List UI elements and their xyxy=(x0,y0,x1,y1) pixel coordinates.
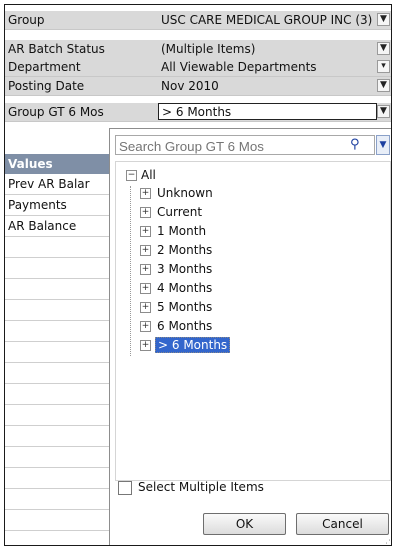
filter-row-group-gt-6-mos: Group GT 6 Mos > 6 Months ▼ xyxy=(5,103,391,122)
filter-row-group: Group USC CARE MEDICAL GROUP INC (3) ▼ xyxy=(5,11,391,30)
tree-item-label: Unknown xyxy=(157,186,213,200)
filter-value: All Viewable Departments xyxy=(161,60,317,74)
collapse-icon[interactable]: − xyxy=(126,170,137,181)
cancel-button[interactable]: Cancel xyxy=(296,513,389,535)
tree-item-label: 5 Months xyxy=(157,300,213,314)
tree-root-all[interactable]: − All xyxy=(126,168,156,182)
tree-item-label: 4 Months xyxy=(157,281,213,295)
empty-row xyxy=(5,489,109,510)
tree-item-3-months[interactable]: +3 Months xyxy=(140,262,214,279)
expand-icon[interactable]: + xyxy=(140,188,151,199)
select-multiple-label: Select Multiple Items xyxy=(138,480,264,494)
tree-item-label: 1 Month xyxy=(157,224,207,238)
expand-icon[interactable]: + xyxy=(140,283,151,294)
tree-item-gt-6-months[interactable]: + > 6 Months xyxy=(140,337,231,355)
ok-button[interactable]: OK xyxy=(203,513,286,535)
empty-row xyxy=(5,510,109,531)
search-input[interactable] xyxy=(115,135,375,155)
expand-icon[interactable]: + xyxy=(140,226,151,237)
expand-icon[interactable]: + xyxy=(140,302,151,313)
filter-dropdown-panel: ⚲ ▼ −All + Unknown + Current +1 Month +2 M… xyxy=(109,128,391,545)
expand-icon[interactable]: + xyxy=(140,340,151,351)
tree-item-6-months[interactable]: +6 Months xyxy=(140,319,214,336)
empty-row xyxy=(5,342,109,363)
value-row: Prev AR Balar xyxy=(5,174,109,195)
search-icon[interactable]: ⚲ xyxy=(350,137,360,152)
tree-item-label: 2 Months xyxy=(157,243,213,257)
values-header: Values xyxy=(5,154,109,174)
tree-item-label: > 6 Months xyxy=(155,337,231,353)
filter-label: Group xyxy=(8,13,45,27)
resize-grip-icon[interactable]: ⋰ xyxy=(382,539,391,545)
filter-value: (Multiple Items) xyxy=(161,42,256,56)
dropdown-arrow-icon[interactable]: ▾ xyxy=(377,60,390,73)
empty-row xyxy=(5,279,109,300)
tree-item-2-months[interactable]: +2 Months xyxy=(140,243,214,260)
filter-value: Nov 2010 xyxy=(161,79,219,93)
tree-item-4-months[interactable]: +4 Months xyxy=(140,281,214,298)
pivot-table: Group USC CARE MEDICAL GROUP INC (3) ▼ A… xyxy=(4,4,392,546)
value-row-label: Prev AR Balar xyxy=(8,177,90,191)
value-row-label: Payments xyxy=(8,198,67,212)
empty-row xyxy=(5,300,109,321)
empty-row xyxy=(5,258,109,279)
funnel-icon[interactable]: ▼ xyxy=(377,42,390,55)
funnel-icon[interactable]: ▼ xyxy=(377,105,390,118)
value-row: Payments xyxy=(5,195,109,216)
empty-row xyxy=(5,363,109,384)
empty-row xyxy=(5,426,109,447)
empty-row xyxy=(5,405,109,426)
filter-label: Posting Date xyxy=(8,79,85,93)
tree-item-current[interactable]: + Current xyxy=(140,205,204,222)
expand-icon[interactable]: + xyxy=(140,207,151,218)
tree-item-5-months[interactable]: +5 Months xyxy=(140,300,214,317)
funnel-icon[interactable]: ▼ xyxy=(377,79,390,92)
expand-icon[interactable]: + xyxy=(140,264,151,275)
value-row-label: AR Balance xyxy=(8,219,77,233)
tree-item-unknown[interactable]: + Unknown xyxy=(140,186,215,203)
filter-value[interactable]: > 6 Months xyxy=(158,103,377,120)
filter-row-ar-batch-status: AR Batch Status (Multiple Items) ▼ xyxy=(5,40,391,59)
value-row: AR Balance xyxy=(5,216,109,237)
tree-item-label: Current xyxy=(157,205,203,219)
tree-item-label: 6 Months xyxy=(157,319,213,333)
search-options-dropdown[interactable]: ▼ xyxy=(376,135,390,155)
filter-row-department: Department All Viewable Departments ▾ xyxy=(5,58,391,77)
tree-connector xyxy=(130,186,131,356)
tree-item-1-month[interactable]: +1 Month xyxy=(140,224,208,241)
funnel-icon[interactable]: ▼ xyxy=(377,13,390,26)
empty-row xyxy=(5,321,109,342)
filter-label: AR Batch Status xyxy=(8,42,105,56)
empty-row xyxy=(5,447,109,468)
empty-row xyxy=(5,237,109,258)
tree-root-label: All xyxy=(141,168,156,182)
filter-value: USC CARE MEDICAL GROUP INC (3) xyxy=(161,13,373,27)
tree-item-label: 3 Months xyxy=(157,262,213,276)
expand-icon[interactable]: + xyxy=(140,321,151,332)
empty-row xyxy=(5,384,109,405)
filter-label: Group GT 6 Mos xyxy=(8,105,104,119)
filter-tree[interactable]: − All + Unknown + Current +1 Month +2 Month… xyxy=(115,161,391,481)
filter-label: Department xyxy=(8,60,81,74)
filter-row-posting-date: Posting Date Nov 2010 ▼ xyxy=(5,77,391,96)
select-multiple-checkbox[interactable] xyxy=(118,481,132,495)
expand-icon[interactable]: + xyxy=(140,245,151,256)
empty-row xyxy=(5,468,109,489)
